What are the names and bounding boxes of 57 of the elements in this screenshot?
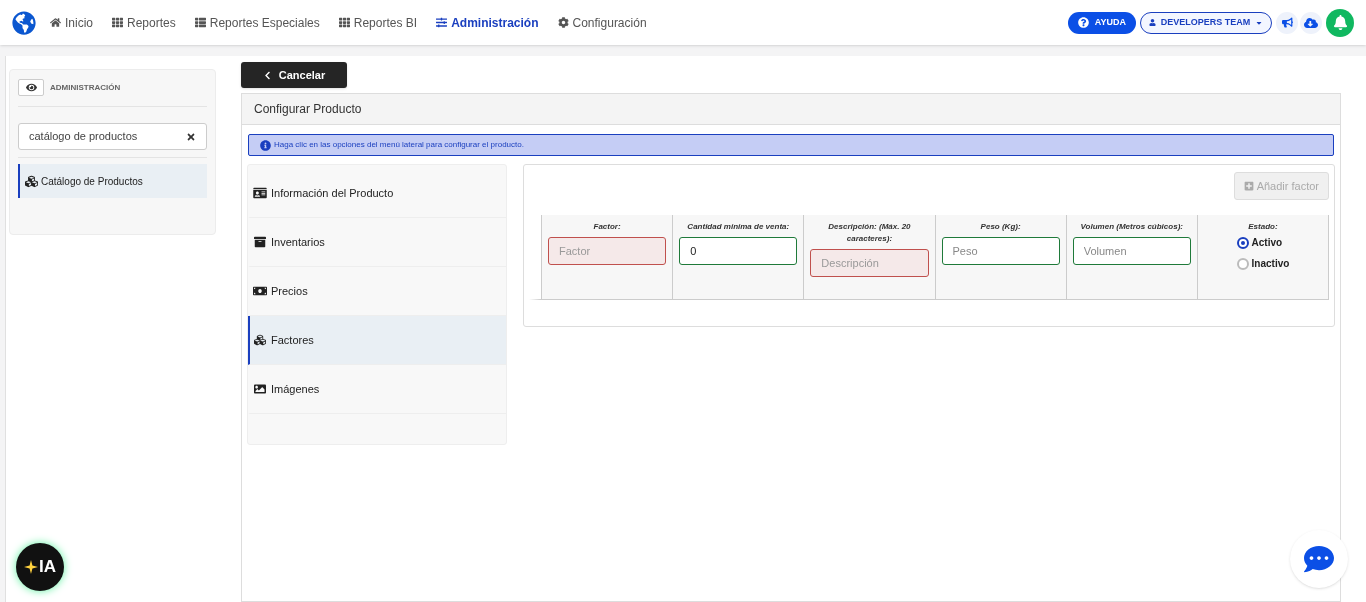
globe-logo-icon[interactable] xyxy=(12,10,36,35)
text-field[interactable]: Factor xyxy=(548,237,667,265)
team-selector[interactable]: DEVELOPERS TEAM xyxy=(1140,11,1272,34)
sidebar-item[interactable]: Catálogo de Productos xyxy=(18,164,207,198)
search-field[interactable]: catálogo de productos xyxy=(18,123,207,150)
text-field[interactable]: Descripción xyxy=(810,249,929,277)
field-label: Volumen (Metros cúbicos): xyxy=(1080,221,1183,233)
field-label: Cantidad minima de venta: xyxy=(687,221,790,233)
menu-item[interactable]: Imágenes xyxy=(248,365,506,414)
menu-item[interactable]: Información del Producto xyxy=(248,169,506,218)
megaphone-icon[interactable] xyxy=(1276,11,1298,34)
cloud-download-icon[interactable] xyxy=(1300,11,1322,34)
status-radio[interactable]: Activo xyxy=(1236,235,1290,250)
archive-box-icon xyxy=(253,236,267,248)
info-text: Haga clic en las opciones del menú lateral para configurar el producto. xyxy=(274,139,524,151)
sidebar-title: ADMINISTRACIÓN xyxy=(50,81,121,94)
nav-link[interactable]: Inicio xyxy=(50,13,93,32)
settings-icon xyxy=(557,17,569,28)
menu-item[interactable]: Factores xyxy=(248,316,506,365)
text-field[interactable]: Peso xyxy=(941,237,1060,265)
nav-link[interactable]: Reportes Especiales xyxy=(194,13,320,32)
nav-link[interactable]: Reportes xyxy=(112,13,176,32)
eye-button[interactable] xyxy=(18,79,44,96)
user-icon xyxy=(1149,19,1156,26)
cubes-icon xyxy=(253,334,267,346)
field-label: Estado: xyxy=(1248,221,1278,233)
info-icon xyxy=(260,139,271,151)
cancel-button[interactable]: Cancelar xyxy=(241,62,347,88)
nav-link[interactable]: Configuración xyxy=(557,13,647,32)
field-label: Peso (Kg): xyxy=(980,221,1021,233)
text-field[interactable]: Volumen xyxy=(1072,237,1191,265)
field-label: Descripción: (Máx. 20 caracteres): xyxy=(827,221,912,245)
clear-icon[interactable] xyxy=(186,131,196,142)
eye-icon xyxy=(25,82,37,93)
sliders-icon xyxy=(436,17,448,28)
panel-title: Configurar Producto xyxy=(254,101,362,118)
cubes-icon xyxy=(24,174,39,188)
image-icon xyxy=(253,383,267,395)
add-factor-button: Añadir factor xyxy=(1233,172,1329,200)
field-label: Factor: xyxy=(593,221,621,233)
grid-icon xyxy=(112,17,123,28)
grid-icon xyxy=(338,17,350,28)
status-radio[interactable]: Inactivo xyxy=(1236,256,1290,271)
help-button[interactable]: AYUDA xyxy=(1067,11,1136,34)
id-card-icon xyxy=(253,187,267,199)
menu-item[interactable]: Inventarios xyxy=(248,218,506,267)
list-icon xyxy=(194,17,206,28)
home-icon xyxy=(50,17,61,28)
plus-icon xyxy=(1243,181,1254,191)
search-input[interactable]: catálogo de productos xyxy=(29,128,179,145)
nav-link[interactable]: Administración xyxy=(436,13,539,32)
nav-link[interactable]: Reportes BI xyxy=(338,13,418,32)
sparkle-icon xyxy=(24,560,38,574)
question-icon xyxy=(1077,17,1089,28)
banknote-icon xyxy=(253,285,267,297)
chevron-left-icon xyxy=(262,70,272,80)
text-field[interactable]: 0 xyxy=(679,237,798,265)
